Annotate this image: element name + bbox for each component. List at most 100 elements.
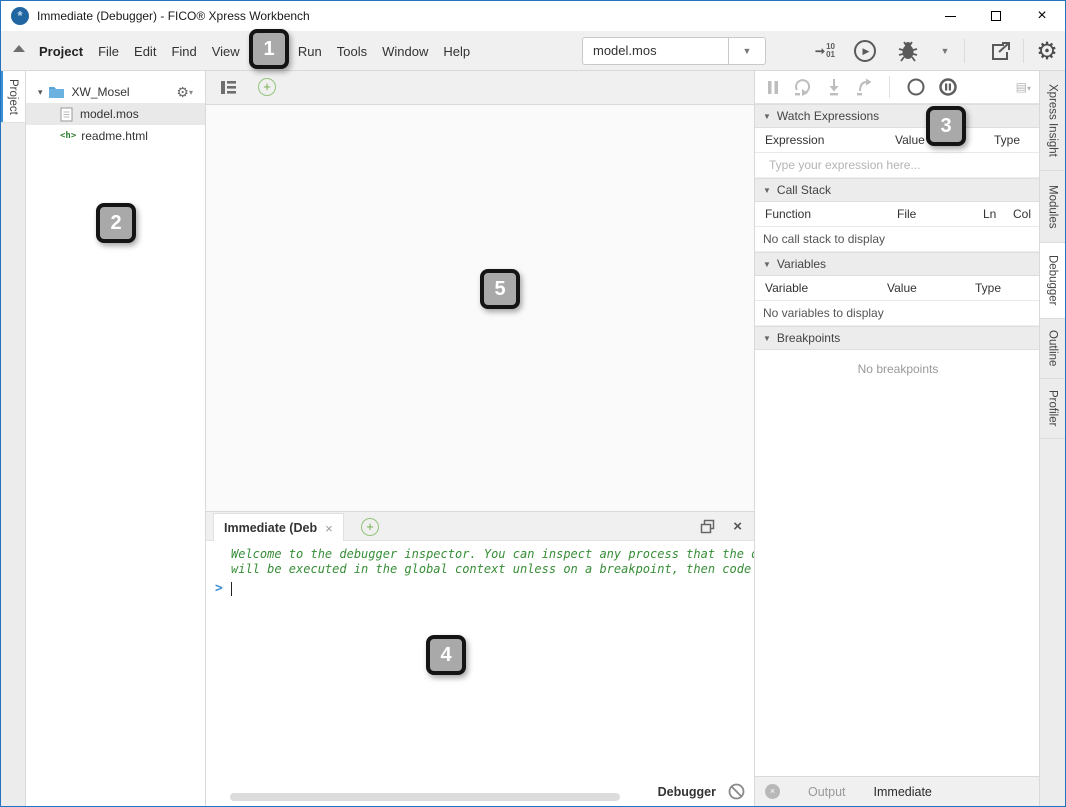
step-over-icon[interactable] [793, 78, 813, 96]
compile-icon: ➞ [815, 44, 825, 58]
annotation-mark-3: 3 [926, 106, 966, 146]
tab-profiler[interactable]: Profiler [1040, 379, 1065, 439]
editor-area[interactable] [206, 105, 754, 511]
menu-run[interactable]: Run [298, 44, 322, 59]
column-header: Variable [765, 281, 808, 295]
tab-output[interactable]: Output [808, 785, 846, 799]
tab-debugger[interactable]: Debugger [1040, 243, 1065, 319]
menu-file[interactable]: File [98, 44, 119, 59]
new-console-tab-button[interactable]: + [361, 518, 379, 536]
maximize-button[interactable] [973, 1, 1019, 31]
folder-icon [48, 85, 65, 99]
tree-file-model[interactable]: model.mos [26, 103, 205, 125]
triangle-down-icon: ▼ [763, 260, 771, 269]
section-variables[interactable]: ▼ Variables [755, 252, 1041, 276]
column-header: File [897, 207, 916, 221]
record-breakpoint-icon[interactable] [906, 77, 926, 97]
bug-icon [896, 40, 920, 62]
panel-menu-icon[interactable]: ▤▾ [1016, 80, 1031, 94]
step-into-icon[interactable] [825, 78, 843, 96]
run-button[interactable]: ▶ [851, 37, 879, 65]
toolbar-separator [964, 39, 965, 63]
call-stack-columns-header: Function File Ln Col [755, 202, 1041, 227]
compile-button[interactable]: ➞ 10 01 [807, 37, 843, 65]
column-header: Expression [765, 133, 824, 147]
column-header: Value [887, 281, 917, 295]
menu-project[interactable]: Project [39, 44, 83, 59]
debug-options-dropdown[interactable]: ▼ [935, 37, 955, 65]
sidebar-tab-project-label: Project [7, 79, 19, 115]
horizontal-scrollbar[interactable] [230, 793, 620, 801]
sidebar-tab-project[interactable]: Project [1, 71, 25, 123]
tree-folder-row[interactable]: ▾ XW_Mosel ⚙▾ [26, 81, 205, 103]
pause-on-exception-icon[interactable] [938, 77, 958, 97]
tree-file-readme[interactable]: <h> readme.html [26, 125, 205, 147]
menu-help[interactable]: Help [443, 44, 470, 59]
call-stack-empty-message: No call stack to display [755, 227, 1041, 252]
section-watch-expressions[interactable]: ▼ Watch Expressions [755, 104, 1041, 128]
menu-tools[interactable]: Tools [337, 44, 367, 59]
title-bar: * Immediate (Debugger) - FICO® Xpress Wo… [1, 1, 1065, 31]
share-button[interactable] [984, 37, 1018, 65]
triangle-down-icon: ▼ [763, 334, 771, 343]
chevron-down-icon: ▾ [189, 88, 193, 97]
menu-window[interactable]: Window [382, 44, 428, 59]
tab-outline[interactable]: Outline [1040, 319, 1065, 379]
tab-xpress-insight[interactable]: Xpress Insight [1040, 71, 1065, 171]
tab-immediate-debugger[interactable]: Immediate (Deb × [213, 513, 344, 542]
project-settings-button[interactable]: ⚙▾ [176, 84, 193, 101]
run-file-select[interactable]: model.mos [582, 37, 728, 65]
clear-icon[interactable]: × [765, 784, 780, 799]
menu-edit[interactable]: Edit [134, 44, 156, 59]
section-call-stack[interactable]: ▼ Call Stack [755, 178, 1041, 202]
close-pane-icon[interactable]: × [733, 519, 742, 534]
tree-file-label: readme.html [81, 129, 148, 143]
debugger-panel: ▤▾ ▼ Watch Expressions Expression Value … [754, 71, 1041, 806]
column-header: Col [1013, 207, 1031, 221]
chevron-down-icon[interactable]: ▾ [38, 87, 43, 98]
pause-icon[interactable] [765, 79, 781, 96]
tab-list-icon[interactable] [220, 80, 237, 95]
variables-empty-message: No variables to display [755, 301, 1041, 326]
console-tab-label: Immediate (Deb [224, 521, 317, 535]
project-tree-panel: ▾ XW_Mosel ⚙▾ model.mos <h> readme.html [26, 71, 206, 806]
minimize-button[interactable] [927, 1, 973, 31]
debug-button[interactable] [891, 37, 925, 65]
run-file-select-dropdown[interactable]: ▼ [728, 37, 766, 65]
app-logo-icon: * [11, 7, 29, 25]
menu-find[interactable]: Find [171, 44, 196, 59]
step-out-icon[interactable] [855, 78, 873, 96]
menu-bar: Project File Edit Find View Goto Run Too… [1, 31, 1065, 71]
plus-icon: + [263, 79, 271, 94]
syntax-mode-label[interactable]: Debugger [658, 785, 716, 799]
section-breakpoints[interactable]: ▼ Breakpoints [755, 326, 1041, 350]
variables-columns-header: Variable Value Type [755, 276, 1041, 301]
annotation-mark-5: 5 [480, 269, 520, 309]
watch-columns-header: Expression Value Type [755, 128, 1041, 153]
annotation-mark-2: 2 [96, 203, 136, 243]
console-panel[interactable]: Welcome to the debugger inspector. You c… [206, 541, 754, 807]
play-icon: ▶ [854, 40, 876, 62]
section-title: Watch Expressions [777, 109, 879, 123]
gear-icon: ⚙ [1036, 37, 1058, 66]
maximize-icon [991, 11, 1001, 21]
right-rail: Xpress Insight Modules Debugger Outline … [1039, 71, 1065, 806]
tab-modules[interactable]: Modules [1040, 171, 1065, 243]
disabled-icon [728, 783, 745, 800]
section-title: Variables [777, 257, 826, 271]
column-header: Function [765, 207, 811, 221]
menu-view[interactable]: View [212, 44, 240, 59]
console-prompt: > [215, 581, 223, 596]
left-rail: Project [1, 71, 26, 806]
settings-button[interactable]: ⚙ [1031, 37, 1063, 65]
tab-immediate[interactable]: Immediate [874, 785, 932, 799]
html-file-icon: <h> [60, 131, 76, 141]
new-tab-button[interactable]: + [258, 78, 276, 96]
watch-expression-input[interactable]: Type your expression here... [755, 153, 1041, 178]
collapse-menu-icon[interactable] [13, 45, 25, 52]
restore-pane-icon[interactable] [700, 519, 715, 534]
close-button[interactable]: × [1019, 1, 1065, 31]
plus-icon: + [366, 519, 374, 534]
close-icon[interactable]: × [325, 522, 333, 535]
file-icon [60, 107, 73, 122]
